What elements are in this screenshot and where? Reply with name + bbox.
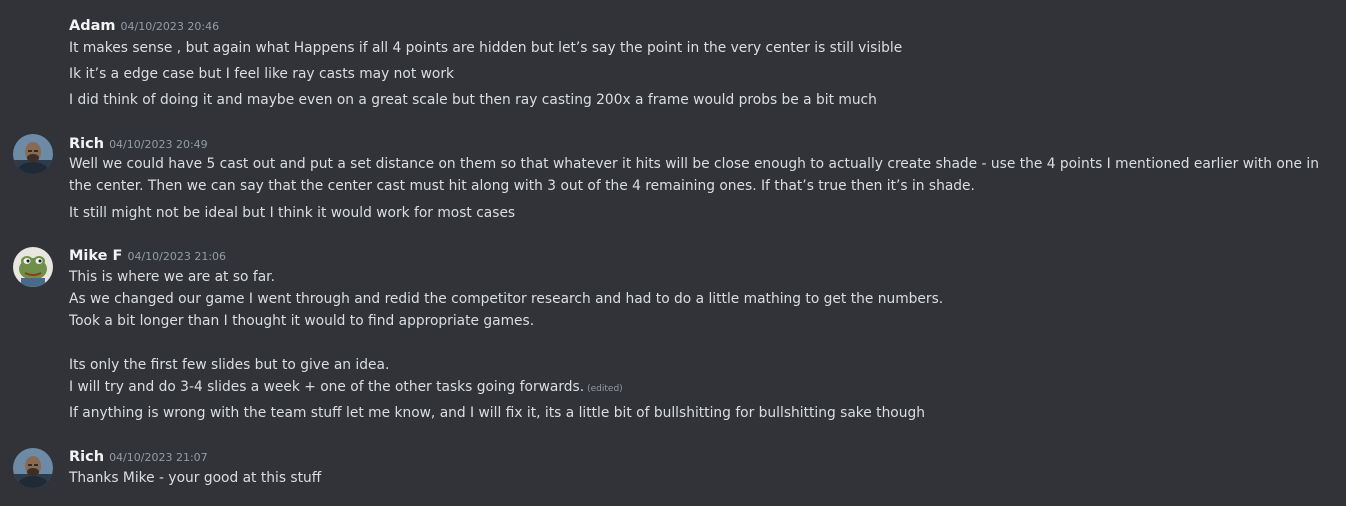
author-name[interactable]: Adam bbox=[69, 18, 116, 34]
message-timestamp[interactable]: 04/10/2023 20:49 bbox=[109, 138, 208, 151]
message-timestamp[interactable]: 04/10/2023 21:06 bbox=[127, 250, 226, 263]
person-photo-avatar-icon bbox=[13, 448, 53, 488]
author-name[interactable]: Mike F bbox=[69, 248, 122, 264]
person-photo-avatar-icon bbox=[13, 134, 53, 174]
message-timestamp[interactable]: 04/10/2023 21:07 bbox=[109, 451, 208, 464]
message-line: Ik it’s a edge case but I feel like ray … bbox=[69, 66, 455, 82]
message-header: Rich 04/10/2023 20:49 bbox=[69, 133, 208, 153]
message-header: Adam 04/10/2023 20:46 bbox=[69, 15, 219, 35]
avatar[interactable] bbox=[13, 134, 53, 174]
message-timestamp[interactable]: 04/10/2023 20:46 bbox=[121, 20, 220, 33]
avatar[interactable] bbox=[13, 448, 53, 488]
message-line: I did think of doing it and maybe even o… bbox=[69, 92, 877, 108]
message-line: It makes sense , but again what Happens … bbox=[69, 40, 903, 56]
frog-avatar-icon bbox=[13, 247, 53, 287]
message-line: This is where we are at so far. bbox=[69, 269, 275, 285]
message-line: Well we could have 5 cast out and put a … bbox=[69, 156, 1319, 194]
message-line: As we changed our game I went through an… bbox=[69, 291, 944, 307]
avatar[interactable] bbox=[13, 247, 53, 287]
message-header: Rich 04/10/2023 21:07 bbox=[69, 446, 208, 466]
message-line-edited: I will try and do 3-4 slides a week + on… bbox=[69, 376, 1319, 400]
chat-message-list: Adam 04/10/2023 20:46 It makes sense , bu… bbox=[0, 0, 1346, 506]
message-line: Took a bit longer than I thought it woul… bbox=[69, 313, 535, 329]
author-name[interactable]: Rich bbox=[69, 136, 104, 152]
edited-label[interactable]: (edited) bbox=[587, 384, 623, 394]
message-line: If anything is wrong with the team stuff… bbox=[69, 405, 925, 421]
message-header: Mike F 04/10/2023 21:06 bbox=[69, 245, 226, 265]
message-text: I will try and do 3-4 slides a week + on… bbox=[69, 379, 585, 395]
message-line: It still might not be ideal but I think … bbox=[69, 205, 516, 221]
message-line: Thanks Mike - your good at this stuff bbox=[69, 470, 322, 486]
message-line: Its only the first few slides but to giv… bbox=[69, 357, 390, 373]
author-name[interactable]: Rich bbox=[69, 449, 104, 465]
